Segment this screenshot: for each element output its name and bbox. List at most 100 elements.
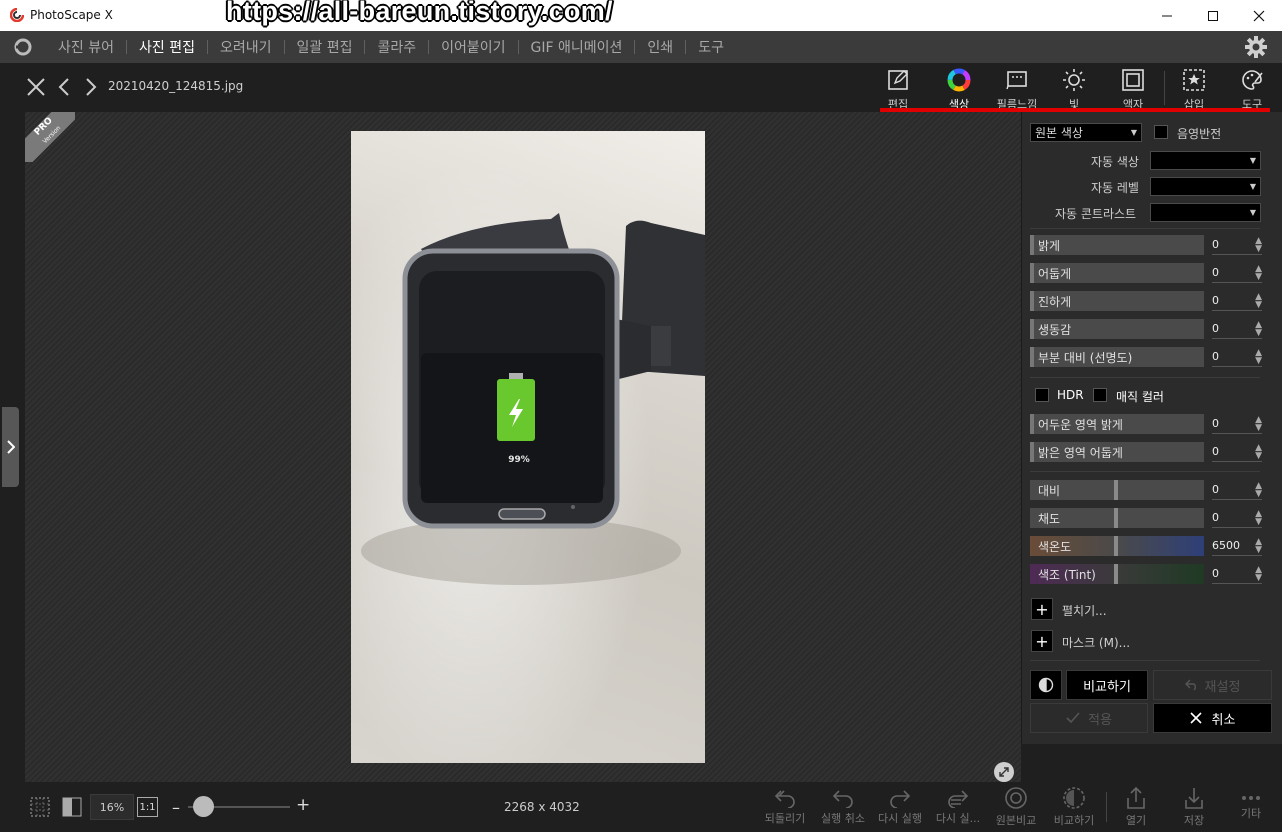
zoom-out-icon[interactable]: – — [172, 798, 180, 817]
temperature-value[interactable]: 6500 ▲ ▼ — [1212, 536, 1262, 556]
apply-button[interactable]: 적용 — [1030, 703, 1148, 733]
contrast-slider[interactable]: 대비 — [1030, 480, 1204, 500]
save-button[interactable]: 저장 — [1166, 782, 1222, 832]
target-circle-icon — [1004, 786, 1028, 810]
shadows-value[interactable]: 0 ▲ ▼ — [1212, 414, 1262, 434]
palette-icon — [1240, 68, 1264, 92]
temperature-slider[interactable]: 색온도 — [1030, 536, 1204, 556]
highlights-slider[interactable]: 밝은 영역 어둡게 — [1030, 442, 1204, 462]
vibrance-slider[interactable]: 생동감 — [1030, 319, 1204, 339]
menu-combine[interactable]: 이어붙이기 — [429, 37, 517, 57]
next-icon[interactable] — [85, 77, 97, 97]
tint-slider[interactable]: 색조 (Tint) — [1030, 564, 1204, 584]
image-dimensions: 2268 x 4032 — [504, 800, 580, 814]
zoom-slider-knob[interactable] — [192, 796, 214, 817]
undo-button[interactable]: 실행 취소 — [815, 782, 871, 832]
revert-button[interactable]: 되돌리기 — [757, 782, 813, 832]
redo-all-icon — [946, 788, 970, 808]
redo-all-button[interactable]: 다시 실... — [930, 782, 986, 832]
magic-color-checkbox[interactable] — [1093, 388, 1107, 402]
ellipsis-icon — [1239, 793, 1263, 803]
clarity-slider[interactable]: 부분 대비 (선명도) — [1030, 347, 1204, 367]
before-after-icon[interactable] — [62, 797, 82, 817]
edit-icon — [886, 68, 910, 92]
tab-color[interactable]: 색상 — [931, 68, 987, 112]
shadows-slider[interactable]: 어두운 영역 밝게 — [1030, 414, 1204, 434]
close-window-button[interactable] — [1236, 0, 1282, 31]
redo-icon — [888, 788, 912, 808]
darken-slider[interactable]: 어둡게 — [1030, 263, 1204, 283]
menu-gif[interactable]: GIF 애니메이션 — [519, 37, 635, 57]
expand-plus-icon[interactable]: + — [1031, 598, 1053, 620]
settings-gear-icon[interactable] — [1245, 36, 1267, 58]
pro-version-ribbon: PRO Version — [25, 112, 75, 162]
tab-light[interactable]: 빛 — [1046, 68, 1102, 112]
photoscape-home-icon[interactable] — [12, 37, 34, 57]
compare-button[interactable]: 비교하기 — [1066, 670, 1148, 700]
deepen-slider[interactable]: 진하게 — [1030, 291, 1204, 311]
vibrance-value[interactable]: 0 ▲ ▼ — [1212, 319, 1262, 339]
frame-icon — [1121, 68, 1145, 92]
darken-value[interactable]: 0 ▲ ▼ — [1212, 263, 1262, 283]
cancel-button[interactable]: 취소 — [1153, 703, 1272, 733]
auto-level-label: 자동 레벨 — [1091, 181, 1139, 195]
clarity-value[interactable]: 0 ▲ ▼ — [1212, 347, 1262, 367]
contrast-value[interactable]: 0 ▲ ▼ — [1212, 480, 1262, 500]
tab-film[interactable]: 필름느낌 — [989, 68, 1045, 112]
close-icon[interactable] — [26, 77, 46, 97]
tint-value[interactable]: 0 ▲ ▼ — [1212, 564, 1262, 584]
tab-tools[interactable]: 도구 — [1224, 68, 1280, 112]
brighten-value[interactable]: 0 ▲ ▼ — [1212, 235, 1262, 255]
menu-photo-editor[interactable]: 사진 편집 — [127, 37, 207, 57]
saturation-value[interactable]: 0 ▲ ▼ — [1212, 508, 1262, 528]
menu-tools[interactable]: 도구 — [686, 37, 736, 57]
photo-preview: 99% — [351, 131, 705, 763]
minimize-button[interactable] — [1144, 0, 1190, 31]
title-bar: PhotoScape X https://all-bareun.tistory.… — [0, 0, 1282, 31]
battery-percent: 99% — [508, 455, 530, 465]
previous-icon[interactable] — [58, 77, 70, 97]
film-icon — [1005, 68, 1029, 92]
menu-cutout[interactable]: 오려내기 — [208, 37, 284, 57]
open-button[interactable]: 열기 — [1108, 782, 1164, 832]
expand-label[interactable]: 펼치기... — [1062, 602, 1107, 619]
auto-level-dropdown[interactable]: ▼ — [1150, 177, 1261, 196]
more-button[interactable]: 기타 — [1223, 782, 1279, 832]
bottom-bar: 16% 1:1 – + 2268 x 4032 되돌리기 실행 취소 다시 실행… — [0, 782, 1282, 832]
maximize-button[interactable] — [1190, 0, 1236, 31]
menu-batch[interactable]: 일괄 편집 — [285, 37, 365, 57]
tab-edit[interactable]: 편집 — [870, 68, 926, 112]
deepen-value[interactable]: 0 ▲ ▼ — [1212, 291, 1262, 311]
brighten-slider[interactable]: 밝게 — [1030, 235, 1204, 255]
zoom-percent[interactable]: 16% — [90, 794, 134, 820]
highlights-value[interactable]: 0 ▲ ▼ — [1212, 442, 1262, 462]
saturation-slider[interactable]: 채도 — [1030, 508, 1204, 528]
undo-arrow-icon — [1184, 679, 1199, 691]
chevron-right-icon — [6, 440, 15, 454]
menu-photo-viewer[interactable]: 사진 뷰어 — [46, 37, 126, 57]
invert-checkbox[interactable] — [1154, 125, 1168, 139]
tab-insert[interactable]: 삽입 — [1166, 68, 1222, 112]
actual-size-button[interactable]: 1:1 — [137, 797, 158, 817]
compare-bottom-button[interactable]: 비교하기 — [1046, 782, 1102, 832]
mask-label[interactable]: 마스크 (M)... — [1062, 634, 1130, 651]
menu-print[interactable]: 인쇄 — [635, 37, 685, 57]
hdr-checkbox[interactable] — [1035, 388, 1049, 402]
left-panel-toggle[interactable] — [2, 407, 19, 487]
fit-view-button[interactable] — [994, 762, 1014, 782]
split-compare-button[interactable] — [1030, 670, 1062, 700]
crop-grid-icon[interactable] — [29, 796, 51, 818]
redo-button[interactable]: 다시 실행 — [872, 782, 928, 832]
mask-plus-icon[interactable]: + — [1031, 630, 1053, 652]
reset-button[interactable]: 재설정 — [1153, 670, 1272, 700]
url-watermark: https://all-bareun.tistory.com/ — [226, 0, 613, 26]
tab-frame[interactable]: 액자 — [1105, 68, 1161, 112]
compare-original-button[interactable]: 원본비교 — [988, 782, 1044, 832]
auto-contrast-dropdown[interactable]: ▼ — [1150, 203, 1261, 222]
auto-color-dropdown[interactable]: ▼ — [1150, 151, 1261, 170]
zoom-in-icon[interactable]: + — [296, 795, 310, 815]
color-wheel-icon — [947, 68, 971, 92]
close-x-icon — [1189, 712, 1202, 724]
color-mode-dropdown[interactable]: 원본 색상 ▼ — [1030, 123, 1142, 142]
menu-collage[interactable]: 콜라주 — [365, 37, 428, 57]
